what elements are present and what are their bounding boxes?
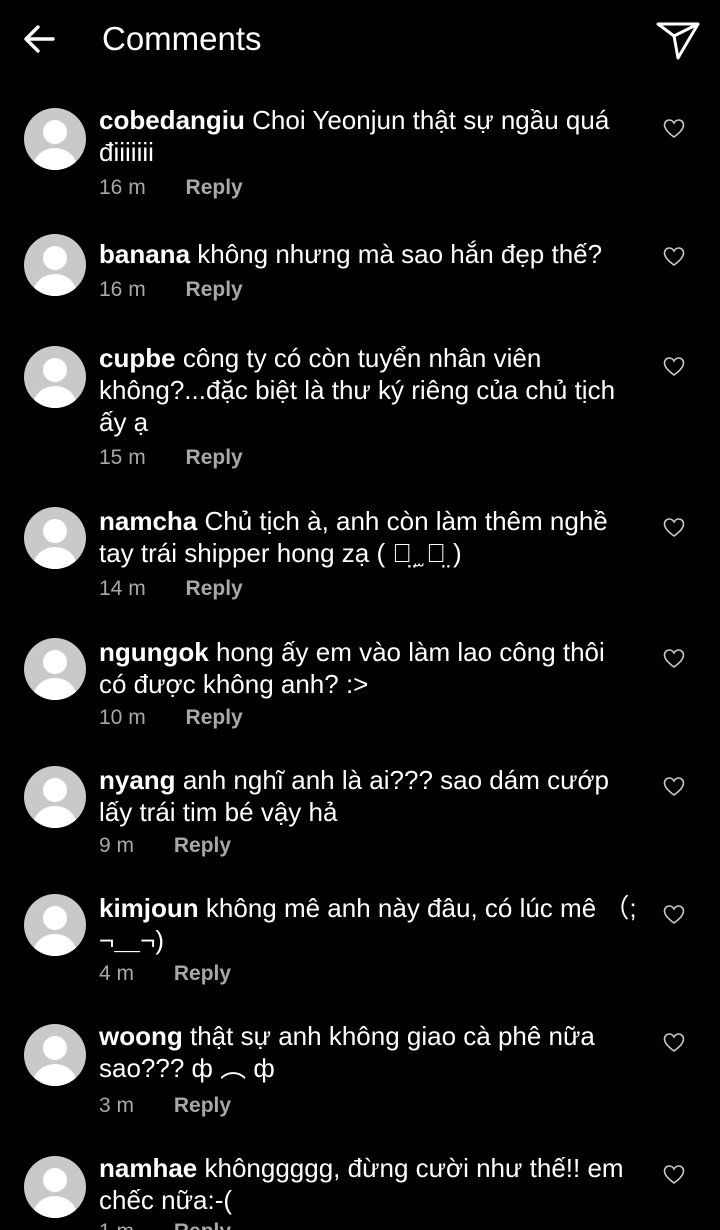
comment-text: ngungok hong ấy em vào làm lao công thôi… [99, 636, 639, 700]
comment-text: banana không nhưng mà sao hắn đẹp thế? [99, 238, 639, 270]
heart-icon[interactable] [663, 1032, 685, 1054]
reply-button[interactable]: Reply [186, 176, 243, 199]
heart-icon[interactable] [663, 1164, 685, 1186]
heart-icon[interactable] [663, 776, 685, 798]
comment-time: 4 m [99, 962, 135, 985]
comment-meta: 9 m Reply [99, 834, 231, 858]
reply-button[interactable]: Reply [186, 446, 243, 469]
comment-text: cobedangiu Choi Yeonjun thật sự ngầu quá… [99, 104, 639, 168]
heart-icon[interactable] [663, 904, 685, 926]
comment-meta: 16 m Reply [99, 176, 243, 200]
comment-time: 16 m [99, 176, 146, 199]
avatar[interactable] [24, 1156, 86, 1218]
comment-time: 10 m [99, 706, 146, 729]
reply-button[interactable]: Reply [186, 278, 243, 301]
comment-time: 15 m [99, 446, 146, 469]
comment-meta: 4 m Reply [99, 962, 231, 986]
header: Comments [0, 0, 720, 82]
avatar[interactable] [24, 346, 86, 408]
comment-text: nyang anh nghĩ anh là ai??? sao dám cướp… [99, 764, 639, 828]
avatar[interactable] [24, 894, 86, 956]
comment-time: 9 m [99, 834, 135, 857]
avatar[interactable] [24, 234, 86, 296]
comment-username[interactable]: cobedangiu [99, 105, 245, 135]
arrow-left-icon[interactable] [22, 22, 56, 56]
comment-username[interactable]: namhae [99, 1153, 197, 1183]
page-title: Comments [102, 20, 262, 57]
comment-meta: 3 m Reply [99, 1094, 231, 1118]
comment-meta: 10 m Reply [99, 706, 243, 730]
comment-time: 1 m [99, 1220, 134, 1230]
heart-icon[interactable] [663, 118, 685, 140]
comments-screen: Comments cobedangiu Choi Yeonjun thật sự… [0, 0, 720, 1230]
reply-button[interactable]: Reply [174, 834, 231, 857]
comment-text: namcha Chủ tịch à, anh còn làm thêm nghề… [99, 505, 639, 569]
comment-text: woong thật sự anh không giao cà phê nữa … [99, 1020, 639, 1084]
comment-username[interactable]: cupbe [99, 343, 176, 373]
comment-username[interactable]: woong [99, 1021, 183, 1051]
comment-body: công ty có còn tuyển nhân viên không?...… [99, 343, 616, 437]
avatar[interactable] [24, 638, 86, 700]
avatar[interactable] [24, 766, 86, 828]
comment-text: namhae khônggggg, đừng cười như thế!! em… [99, 1152, 639, 1216]
comment-username[interactable]: banana [99, 239, 190, 269]
reply-button[interactable]: Reply [174, 962, 231, 985]
paper-plane-icon[interactable] [654, 16, 702, 64]
comment-body: anh nghĩ anh là ai??? sao dám cướp lấy t… [99, 765, 610, 827]
reply-button[interactable]: Reply [174, 1094, 231, 1117]
avatar[interactable] [24, 507, 86, 569]
comment-meta: 15 m Reply [99, 446, 243, 470]
avatar[interactable] [24, 108, 86, 170]
comment-time: 3 m [99, 1094, 135, 1117]
comment-text: cupbe công ty có còn tuyển nhân viên khô… [99, 342, 639, 438]
comment-meta: 16 m Reply [99, 278, 243, 302]
comment-time: 14 m [99, 577, 146, 600]
comment-text: kimjoun không mê anh này đâu, có lúc mê … [99, 892, 639, 956]
heart-icon[interactable] [663, 356, 685, 378]
comment-username[interactable]: nyang [99, 765, 176, 795]
reply-button[interactable]: Reply [186, 706, 243, 729]
comment-username[interactable]: kimjoun [99, 893, 199, 923]
avatar[interactable] [24, 1024, 86, 1086]
comment-username[interactable]: ngungok [99, 637, 209, 667]
comment-meta: 14 m Reply [99, 577, 243, 601]
reply-button[interactable]: Reply [174, 1220, 231, 1230]
heart-icon[interactable] [663, 648, 685, 670]
comment-time: 16 m [99, 278, 146, 301]
reply-button[interactable]: Reply [186, 577, 243, 600]
comment-username[interactable]: namcha [99, 506, 197, 536]
heart-icon[interactable] [663, 246, 685, 268]
comment-meta: 1 m Reply [99, 1220, 231, 1230]
heart-icon[interactable] [663, 517, 685, 539]
comment-body: không nhưng mà sao hắn đẹp thế? [197, 239, 603, 269]
